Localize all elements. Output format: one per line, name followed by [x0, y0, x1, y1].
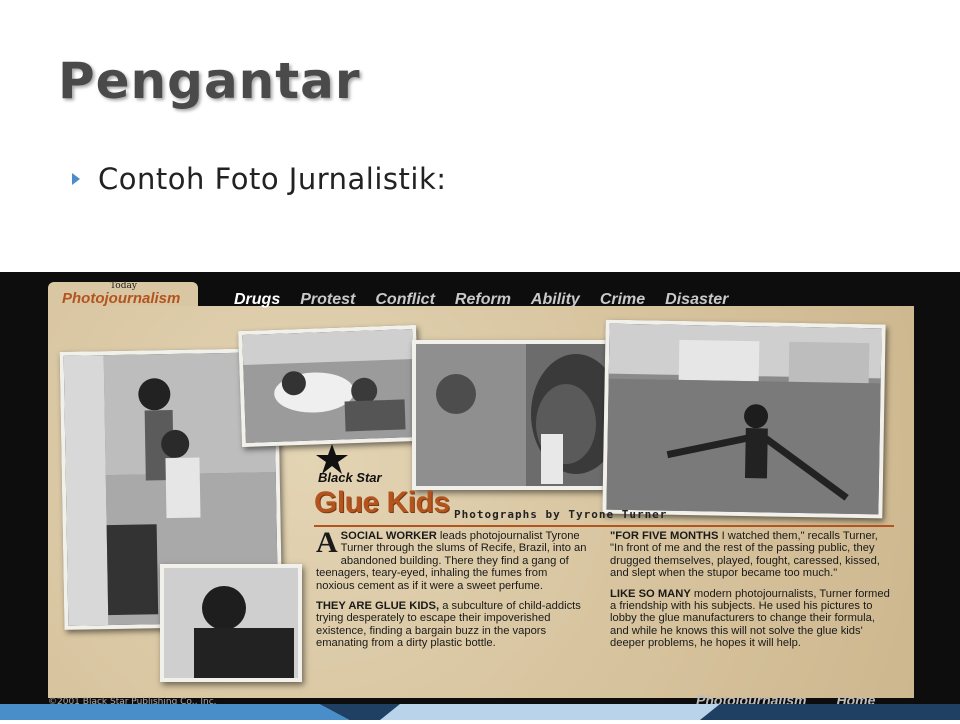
website-screenshot: Today Photojournalism Drugs Protest Conf…	[0, 272, 960, 720]
story-title: Glue Kids	[314, 486, 450, 519]
nav-conflict[interactable]: Conflict	[375, 291, 435, 309]
photo-flooded-street[interactable]	[602, 319, 886, 519]
nav-disaster[interactable]: Disaster	[665, 291, 728, 309]
slide-bottom-accent	[0, 704, 960, 720]
story-column-2: "FOR FIVE MONTHS I watched them," recall…	[610, 530, 890, 658]
site-logo[interactable]: Photojournalism	[62, 290, 180, 307]
column1-paragraph1: A SOCIAL WORKER leads photojournalist Tyr…	[316, 526, 588, 592]
story-byline: Photographs by Tyrone Turner	[454, 508, 668, 521]
paragraph-lead: THEY ARE GLUE KIDS,	[316, 600, 440, 613]
paragraph-lead: SOCIAL WORKER	[340, 530, 437, 542]
nav-crime[interactable]: Crime	[600, 291, 645, 309]
paragraph-lead: LIKE SO MANY	[610, 587, 691, 600]
column2-paragraph2: LIKE SO MANY modern photojournalists, Tu…	[610, 588, 890, 650]
dropcap: A	[316, 526, 338, 559]
story-column-1: A SOCIAL WORKER leads photojournalist Tyr…	[316, 526, 588, 658]
photo-boy-bottle[interactable]	[412, 340, 634, 490]
slide-title: Pengantar	[58, 52, 361, 110]
brand-label: Black Star	[318, 470, 382, 485]
nav-protest[interactable]: Protest	[300, 291, 355, 309]
photo-sleeping-kids[interactable]	[238, 324, 420, 448]
nav-ability[interactable]: Ability	[531, 291, 580, 309]
bullet-text: Contoh Foto Jurnalistik:	[98, 162, 447, 196]
column1-paragraph2: THEY ARE GLUE KIDS, a subculture of chil…	[316, 600, 588, 650]
nav-reform[interactable]: Reform	[455, 291, 511, 309]
photo-boy-lying[interactable]	[160, 564, 302, 682]
bullet-arrow-icon	[72, 173, 80, 185]
column2-paragraph1: "FOR FIVE MONTHS I watched them," recall…	[610, 530, 890, 580]
nav-bar: Drugs Protest Conflict Reform Ability Cr…	[234, 291, 728, 309]
title-rule	[314, 525, 894, 527]
nav-drugs[interactable]: Drugs	[234, 291, 280, 309]
paragraph-lead: "FOR FIVE MONTHS	[610, 530, 719, 542]
bullet-item: Contoh Foto Jurnalistik:	[72, 162, 447, 196]
